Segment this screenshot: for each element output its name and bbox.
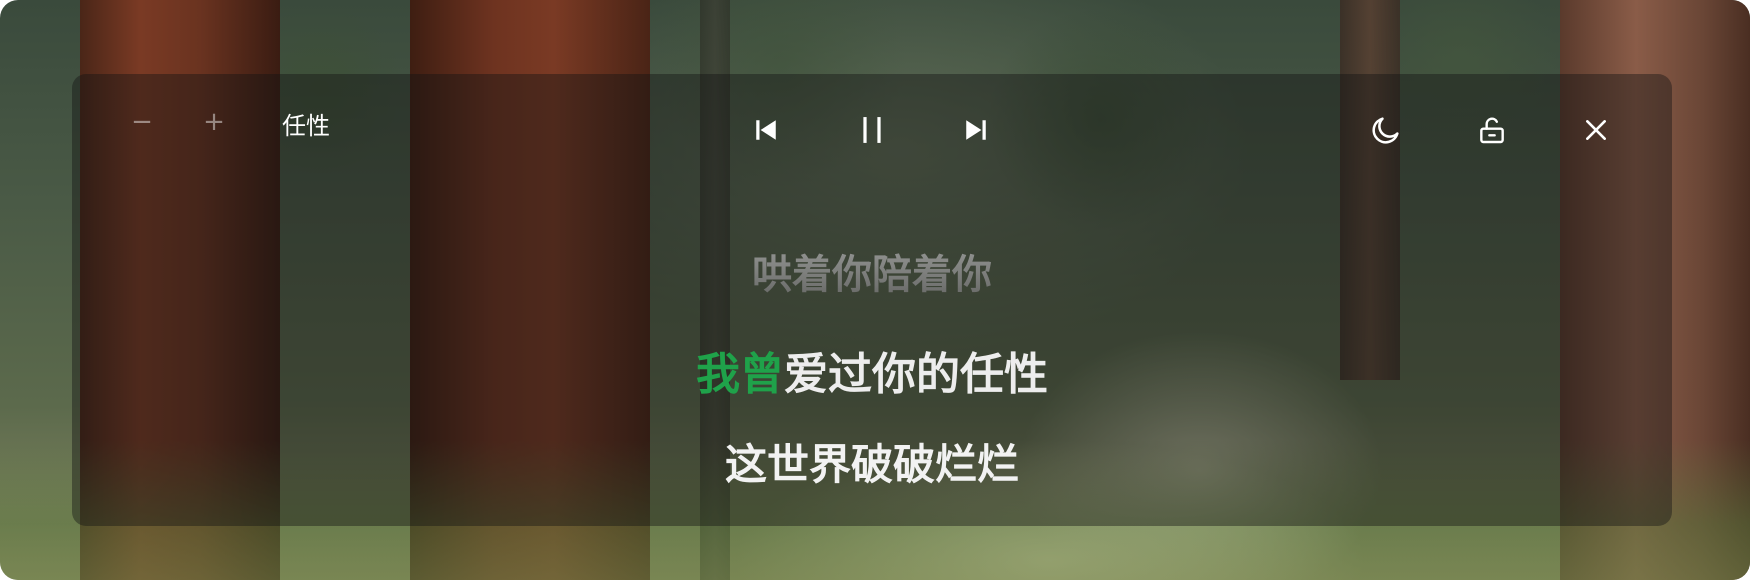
current-lyric-sung: 我曾 (696, 349, 784, 400)
minus-icon: − (131, 107, 153, 137)
moon-icon (1372, 117, 1399, 144)
plus-icon: + (203, 107, 225, 137)
pause-button[interactable] (852, 110, 892, 150)
theme-toggle-button[interactable] (1366, 110, 1406, 150)
desktop-lyrics-screen: − + 任性 哄着你陪着你 我曾爱过你的任性 这世界破破烂烂 (0, 0, 1750, 580)
song-title: 任性 (282, 112, 330, 140)
close-icon (1586, 120, 1606, 140)
previous-lyric-line: 哄着你陪着你 (72, 242, 1672, 300)
previous-track-button[interactable] (746, 110, 786, 150)
pause-icon (863, 117, 881, 143)
next-lyric-line: 这世界破破烂烂 (724, 440, 1019, 489)
close-button[interactable] (1576, 110, 1616, 150)
skip-next-icon (966, 120, 986, 140)
next-track-button[interactable] (956, 110, 996, 150)
current-lyric-unsung: 爱过你的任性 (784, 349, 1048, 400)
lyrics-panel[interactable]: − + 任性 哄着你陪着你 我曾爱过你的任性 这世界破破烂烂 (72, 74, 1672, 526)
skip-previous-icon (756, 120, 776, 140)
current-lyric-line: 我曾爱过你的任性 (72, 338, 1672, 402)
lock-toggle-button[interactable] (1472, 110, 1512, 150)
unlock-icon (1480, 117, 1504, 144)
font-decrease-button[interactable]: − (122, 102, 162, 142)
font-increase-button[interactable]: + (194, 102, 234, 142)
